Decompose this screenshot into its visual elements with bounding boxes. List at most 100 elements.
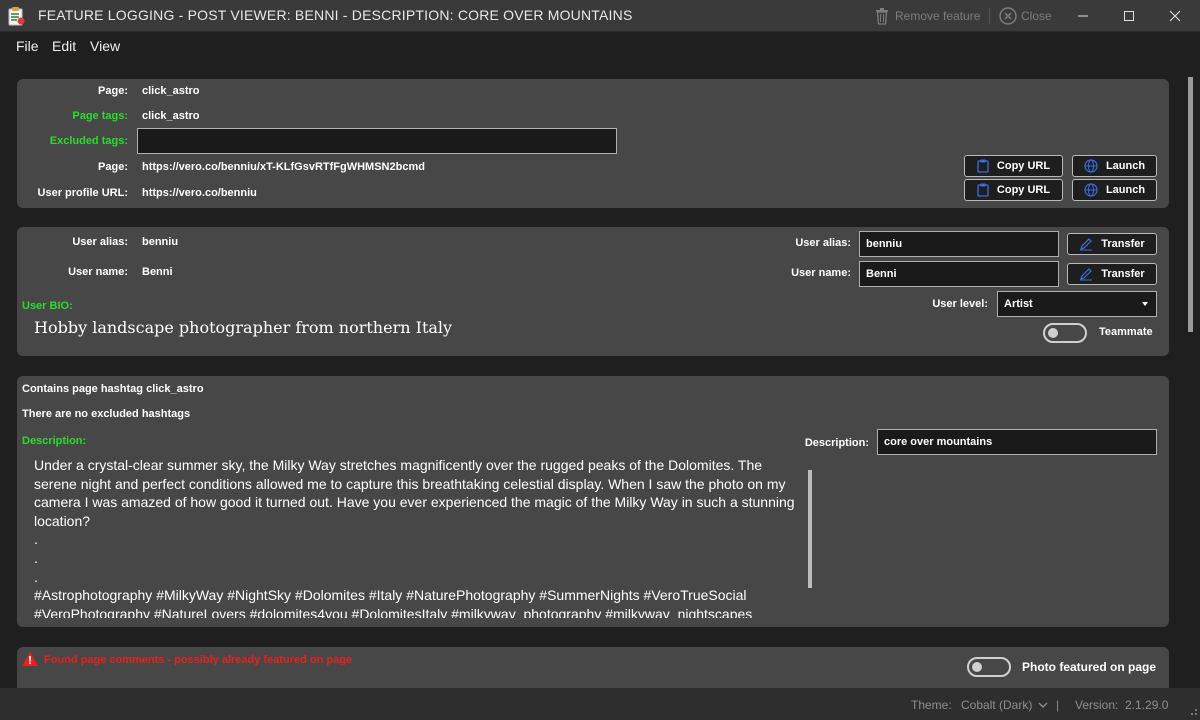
- description-text[interactable]: Under a crystal-clear summer sky, the Mi…: [34, 456, 799, 618]
- profile-url-value: https://vero.co/benniu: [142, 187, 257, 199]
- page-value: click_astro: [142, 85, 200, 97]
- close-label: Close: [1021, 9, 1052, 23]
- pencil-icon: [1080, 268, 1093, 281]
- remove-feature-button[interactable]: Remove feature: [873, 5, 980, 27]
- excluded-tags-input[interactable]: [137, 128, 617, 154]
- launch-label: Launch: [1105, 160, 1146, 172]
- launch-profile-button[interactable]: Launch: [1072, 179, 1157, 201]
- toggle-knob: [1048, 328, 1058, 338]
- menu-file[interactable]: File: [16, 38, 39, 54]
- menu-view[interactable]: View: [90, 38, 120, 54]
- chevron-down-icon: [1038, 702, 1048, 708]
- description-scrollbar[interactable]: [808, 470, 812, 588]
- user-name-value: Benni: [142, 266, 173, 278]
- comments-warning: Found page comments - possibly already f…: [44, 654, 353, 666]
- transfer-name-button[interactable]: Transfer: [1067, 263, 1157, 285]
- title-bar: FEATURE LOGGING - POST VIEWER: BENNI - D…: [0, 0, 1200, 32]
- close-feature-button[interactable]: Close: [999, 5, 1052, 27]
- launch-page-button[interactable]: Launch: [1072, 155, 1157, 177]
- page-label: Page:: [98, 85, 128, 97]
- transfer-alias-button[interactable]: Transfer: [1067, 233, 1157, 255]
- maximize-icon: [1124, 11, 1134, 21]
- minimize-icon: [1078, 15, 1088, 17]
- description-line: serene night and perfect conditions allo…: [34, 475, 786, 492]
- user-alias-label: User alias:: [72, 236, 128, 248]
- profile-url-label: User profile URL:: [37, 187, 128, 199]
- trash-icon: [876, 8, 888, 25]
- user-level-select[interactable]: Artist: [997, 291, 1157, 317]
- theme-label: Theme:: [911, 698, 952, 712]
- photo-featured-label: Photo featured on page: [1022, 660, 1157, 674]
- chevron-down-icon: [1142, 302, 1148, 306]
- user-name-label: User name:: [68, 266, 128, 278]
- copy-page-url-button[interactable]: Copy URL: [964, 155, 1063, 177]
- close-icon: [1169, 10, 1181, 22]
- title-divider: [989, 8, 990, 24]
- theme-value: Cobalt (Dark): [961, 698, 1033, 712]
- copy-profile-url-button[interactable]: Copy URL: [964, 179, 1063, 201]
- close-circle-icon: [999, 7, 1017, 25]
- version-label: Version:: [1075, 698, 1119, 712]
- minimize-button[interactable]: [1060, 0, 1106, 32]
- description-line: .: [34, 568, 38, 585]
- menu-edit[interactable]: Edit: [52, 38, 76, 54]
- alias-input-label: User alias:: [795, 237, 851, 249]
- remove-feature-label: Remove feature: [895, 9, 981, 23]
- window-title: FEATURE LOGGING - POST VIEWER: BENNI - D…: [38, 7, 633, 23]
- menu-bar: File Edit View: [0, 32, 1200, 60]
- resize-grip-icon[interactable]: [1186, 704, 1198, 716]
- page-url-label: Page:: [98, 161, 128, 173]
- copy-url-label: Copy URL: [996, 160, 1051, 172]
- pencil-icon: [1080, 238, 1093, 251]
- excluded-status: There are no excluded hashtags: [22, 408, 191, 420]
- maximize-button[interactable]: [1106, 0, 1152, 32]
- user-bio-label: User BIO:: [22, 300, 73, 312]
- version-value: 2.1.29.0: [1125, 698, 1169, 712]
- teammate-toggle[interactable]: [1043, 323, 1087, 343]
- user-info-panel: User alias: benniu User name: Benni User…: [17, 227, 1169, 356]
- user-level-value: Artist: [1004, 298, 1033, 310]
- description-line: #Astrophotography #MilkyWay #NightSky #D…: [34, 587, 747, 604]
- page-url-value: https://vero.co/benniu/xT-KLfGsvRTfFgWHM…: [142, 161, 425, 173]
- clipboard-icon: [977, 183, 989, 197]
- user-alias-input[interactable]: benniu: [859, 231, 1059, 257]
- comments-panel: Found page comments - possibly already f…: [17, 647, 1169, 688]
- status-bar: Theme: Cobalt (Dark) | Version: 2.1.29.0: [0, 688, 1200, 720]
- toggle-knob: [972, 662, 982, 672]
- description-line: #VeroPhotography #NatureLovers #dolomite…: [34, 605, 753, 618]
- clipboard-icon: [977, 159, 989, 173]
- name-input-label: User name:: [791, 267, 851, 279]
- hashtag-status: Contains page hashtag click_astro: [22, 383, 204, 395]
- warning-icon: [22, 652, 38, 666]
- description-line: .: [34, 531, 38, 548]
- window-close-button[interactable]: [1152, 0, 1198, 32]
- user-level-label: User level:: [932, 298, 988, 310]
- page-tags-label: Page tags:: [72, 110, 128, 122]
- description-panel: Contains page hashtag click_astro There …: [17, 376, 1169, 627]
- launch-label: Launch: [1105, 184, 1146, 196]
- description-label: Description:: [22, 435, 87, 447]
- description-line: .: [34, 549, 38, 566]
- page-tags-value: click_astro: [142, 110, 200, 122]
- app-clipboard-icon: [8, 7, 25, 26]
- user-name-input[interactable]: Benni: [859, 261, 1059, 287]
- copy-url-label: Copy URL: [996, 184, 1051, 196]
- description-input-label: Description:: [804, 437, 869, 449]
- theme-selector[interactable]: Cobalt (Dark): [961, 698, 1048, 712]
- description-line: location?: [34, 512, 91, 529]
- status-divider: |: [1056, 698, 1060, 712]
- photo-featured-toggle[interactable]: [967, 657, 1011, 677]
- window-scrollbar[interactable]: [1188, 77, 1193, 332]
- page-info-panel: Page: click_astro Page tags: click_astro…: [17, 79, 1169, 208]
- transfer-label: Transfer: [1101, 268, 1145, 280]
- teammate-label: Teammate: [1099, 326, 1153, 338]
- globe-icon: [1084, 159, 1098, 173]
- user-bio-text: Hobby landscape photographer from northe…: [34, 318, 453, 337]
- transfer-label: Transfer: [1101, 238, 1145, 250]
- excluded-tags-label: Excluded tags:: [49, 135, 128, 147]
- description-line: Under a crystal-clear summer sky, the Mi…: [34, 457, 763, 473]
- globe-icon: [1084, 183, 1098, 197]
- description-input[interactable]: core over mountains: [877, 429, 1157, 455]
- description-line: camera I was amazed of how good it turne…: [34, 494, 795, 511]
- user-alias-value: benniu: [142, 236, 179, 248]
